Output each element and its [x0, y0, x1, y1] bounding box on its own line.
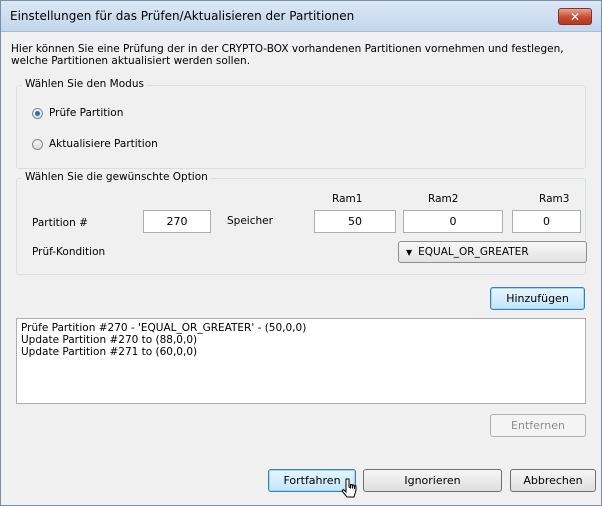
add-button[interactable]: Hinzufügen: [490, 287, 585, 310]
cancel-button[interactable]: Abbrechen: [510, 469, 596, 492]
radio-update-partition-label: Aktualisiere Partition: [49, 138, 158, 150]
close-button[interactable]: ✕: [558, 8, 592, 25]
mouse-cursor-icon: [341, 478, 357, 498]
dialog-title: Einstellungen für das Prüfen/Aktualisier…: [10, 9, 355, 23]
condition-dropdown[interactable]: ▼ EQUAL_OR_GREATER: [398, 241, 587, 263]
description-text: Hier können Sie eine Prüfung der in der …: [11, 43, 596, 67]
mode-group: Wählen Sie den Modus Prüfe Partition Akt…: [16, 78, 586, 169]
description-line-2: welche Partitionen aktualisiert werden s…: [11, 55, 251, 67]
radio-check-partition-label: Prüfe Partition: [49, 107, 124, 119]
option-group: Wählen Sie die gewünschte Option Ram1 Ra…: [16, 171, 587, 275]
list-item[interactable]: Update Partition #271 to (60,0,0): [21, 346, 581, 358]
ram1-header: Ram1: [332, 193, 363, 205]
condition-label: Prüf-Kondition: [32, 246, 106, 258]
ram3-header: Ram3: [539, 193, 570, 205]
settings-dialog: Einstellungen für das Prüfen/Aktualisier…: [0, 0, 602, 506]
radio-update-partition[interactable]: Aktualisiere Partition: [32, 138, 158, 150]
radio-button-checked[interactable]: [32, 107, 43, 119]
memory-label: Speicher: [227, 215, 273, 227]
condition-dropdown-value: EQUAL_OR_GREATER: [418, 246, 529, 258]
chevron-down-icon: ▼: [406, 247, 413, 257]
remove-button[interactable]: Entfernen: [490, 414, 586, 437]
radio-button-unchecked[interactable]: [32, 138, 43, 150]
ram2-header: Ram2: [428, 193, 459, 205]
ignore-button[interactable]: Ignorieren: [363, 469, 502, 492]
description-line-1: Hier können Sie eine Prüfung der in der …: [11, 43, 564, 55]
mode-group-legend: Wählen Sie den Modus: [22, 78, 147, 90]
ram1-input[interactable]: 50: [314, 210, 396, 233]
ram3-input[interactable]: 0: [512, 210, 581, 233]
close-icon: ✕: [569, 10, 581, 24]
dialog-content: Hier können Sie eine Prüfung der in der …: [5, 32, 597, 501]
partition-number-input[interactable]: 270: [143, 210, 211, 233]
radio-check-partition[interactable]: Prüfe Partition: [32, 107, 123, 119]
option-group-legend: Wählen Sie die gewünschte Option: [22, 171, 211, 183]
list-item[interactable]: Update Partition #270 to (88,0,0): [21, 334, 581, 346]
list-item[interactable]: Prüfe Partition #270 - 'EQUAL_OR_GREATER…: [21, 322, 581, 334]
title-bar[interactable]: Einstellungen für das Prüfen/Aktualisier…: [1, 1, 601, 32]
partition-label: Partition #: [32, 217, 88, 229]
ram2-input[interactable]: 0: [403, 210, 503, 233]
actions-list[interactable]: Prüfe Partition #270 - 'EQUAL_OR_GREATER…: [16, 318, 586, 404]
